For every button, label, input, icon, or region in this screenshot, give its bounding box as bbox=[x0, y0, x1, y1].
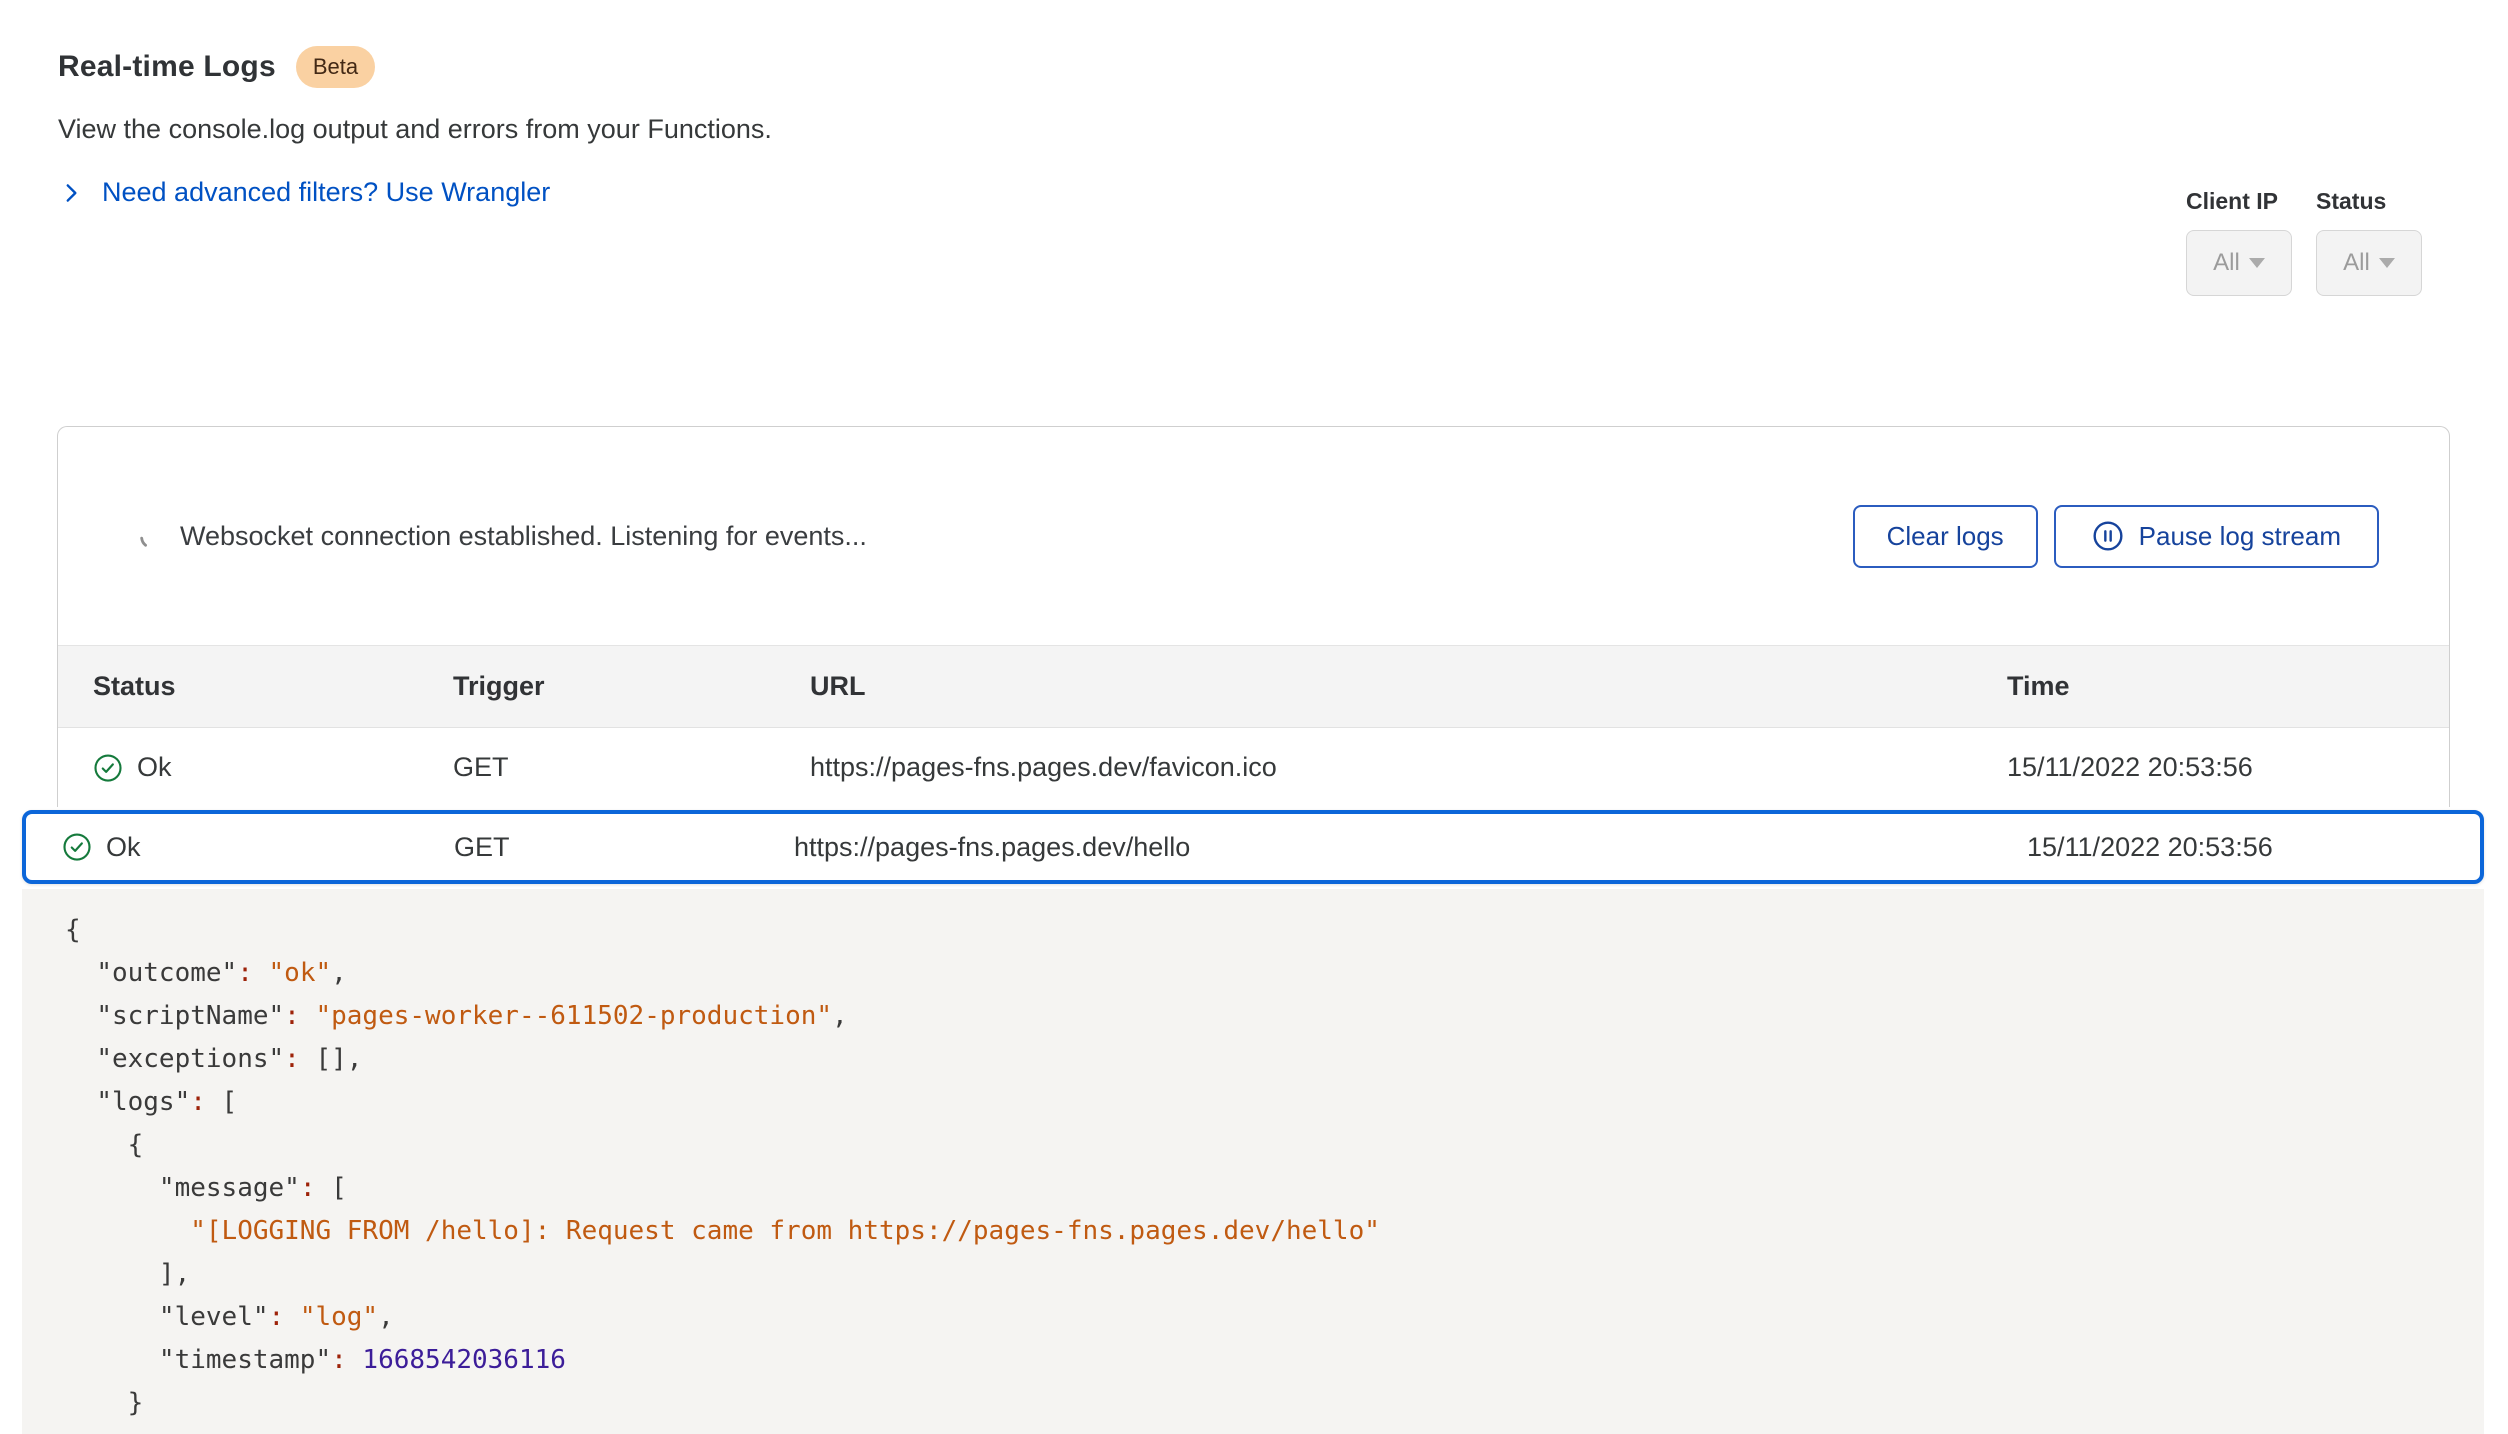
check-circle-icon bbox=[62, 832, 92, 862]
column-header-trigger: Trigger bbox=[453, 671, 810, 702]
status-text: Ok bbox=[106, 832, 141, 863]
pause-circle-icon bbox=[2092, 520, 2124, 552]
wrangler-link[interactable]: Need advanced filters? Use Wrangler bbox=[102, 177, 550, 208]
column-header-url: URL bbox=[810, 671, 2007, 702]
table-row[interactable]: Ok GET https://pages-fns.pages.dev/favic… bbox=[58, 728, 2449, 807]
status-cell: Ok bbox=[62, 832, 454, 863]
time-cell: 15/11/2022 20:53:56 bbox=[2027, 832, 2480, 863]
beta-badge: Beta bbox=[296, 46, 375, 88]
status-text: Ok bbox=[137, 752, 172, 783]
logs-card: Websocket connection established. Listen… bbox=[57, 426, 2450, 807]
clear-logs-button[interactable]: Clear logs bbox=[1853, 505, 2038, 568]
wrangler-link-row: Need advanced filters? Use Wrangler bbox=[58, 177, 2508, 208]
status-cell: Ok bbox=[93, 752, 453, 783]
page-header: Real-time Logs Beta View the console.log… bbox=[0, 0, 2508, 268]
title-row: Real-time Logs Beta bbox=[58, 46, 2508, 88]
pause-log-stream-button[interactable]: Pause log stream bbox=[2054, 505, 2379, 568]
caret-down-icon bbox=[2379, 258, 2395, 268]
pause-button-label: Pause log stream bbox=[2139, 521, 2341, 552]
status-value: All bbox=[2343, 249, 2370, 277]
log-detail-panel: { "outcome": "ok", "scriptName": "pages-… bbox=[22, 889, 2484, 1434]
status-label: Status bbox=[2316, 188, 2422, 215]
chevron-right-icon bbox=[58, 180, 84, 206]
client-ip-dropdown[interactable]: All bbox=[2186, 230, 2292, 296]
column-header-status: Status bbox=[93, 671, 453, 702]
trigger-cell: GET bbox=[453, 752, 810, 783]
url-cell: https://pages-fns.pages.dev/hello bbox=[794, 832, 2027, 863]
time-cell: 15/11/2022 20:53:56 bbox=[2007, 752, 2449, 783]
log-json: { "outcome": "ok", "scriptName": "pages-… bbox=[65, 909, 2484, 1434]
table-header: Status Trigger URL Time bbox=[58, 645, 2449, 728]
page-subtitle: View the console.log output and errors f… bbox=[58, 114, 2508, 145]
caret-down-icon bbox=[2249, 258, 2265, 268]
check-circle-icon bbox=[93, 753, 123, 783]
toolbar-buttons: Clear logs Pause log stream bbox=[1853, 505, 2379, 568]
client-ip-label: Client IP bbox=[2186, 188, 2292, 215]
filters: Client IP All Status All bbox=[2186, 188, 2422, 296]
status-dropdown[interactable]: All bbox=[2316, 230, 2422, 296]
spinner-icon bbox=[138, 523, 164, 549]
filter-client-ip: Client IP All bbox=[2186, 188, 2292, 296]
log-stream-toolbar: Websocket connection established. Listen… bbox=[58, 427, 2449, 645]
trigger-cell: GET bbox=[454, 832, 794, 863]
table-row-selected[interactable]: Ok GET https://pages-fns.pages.dev/hello… bbox=[22, 810, 2484, 884]
url-cell: https://pages-fns.pages.dev/favicon.ico bbox=[810, 752, 2007, 783]
client-ip-value: All bbox=[2213, 249, 2240, 277]
filter-status: Status All bbox=[2316, 188, 2422, 296]
page-title: Real-time Logs bbox=[58, 50, 276, 84]
column-header-time: Time bbox=[2007, 671, 2449, 702]
websocket-status-message: Websocket connection established. Listen… bbox=[180, 521, 867, 552]
